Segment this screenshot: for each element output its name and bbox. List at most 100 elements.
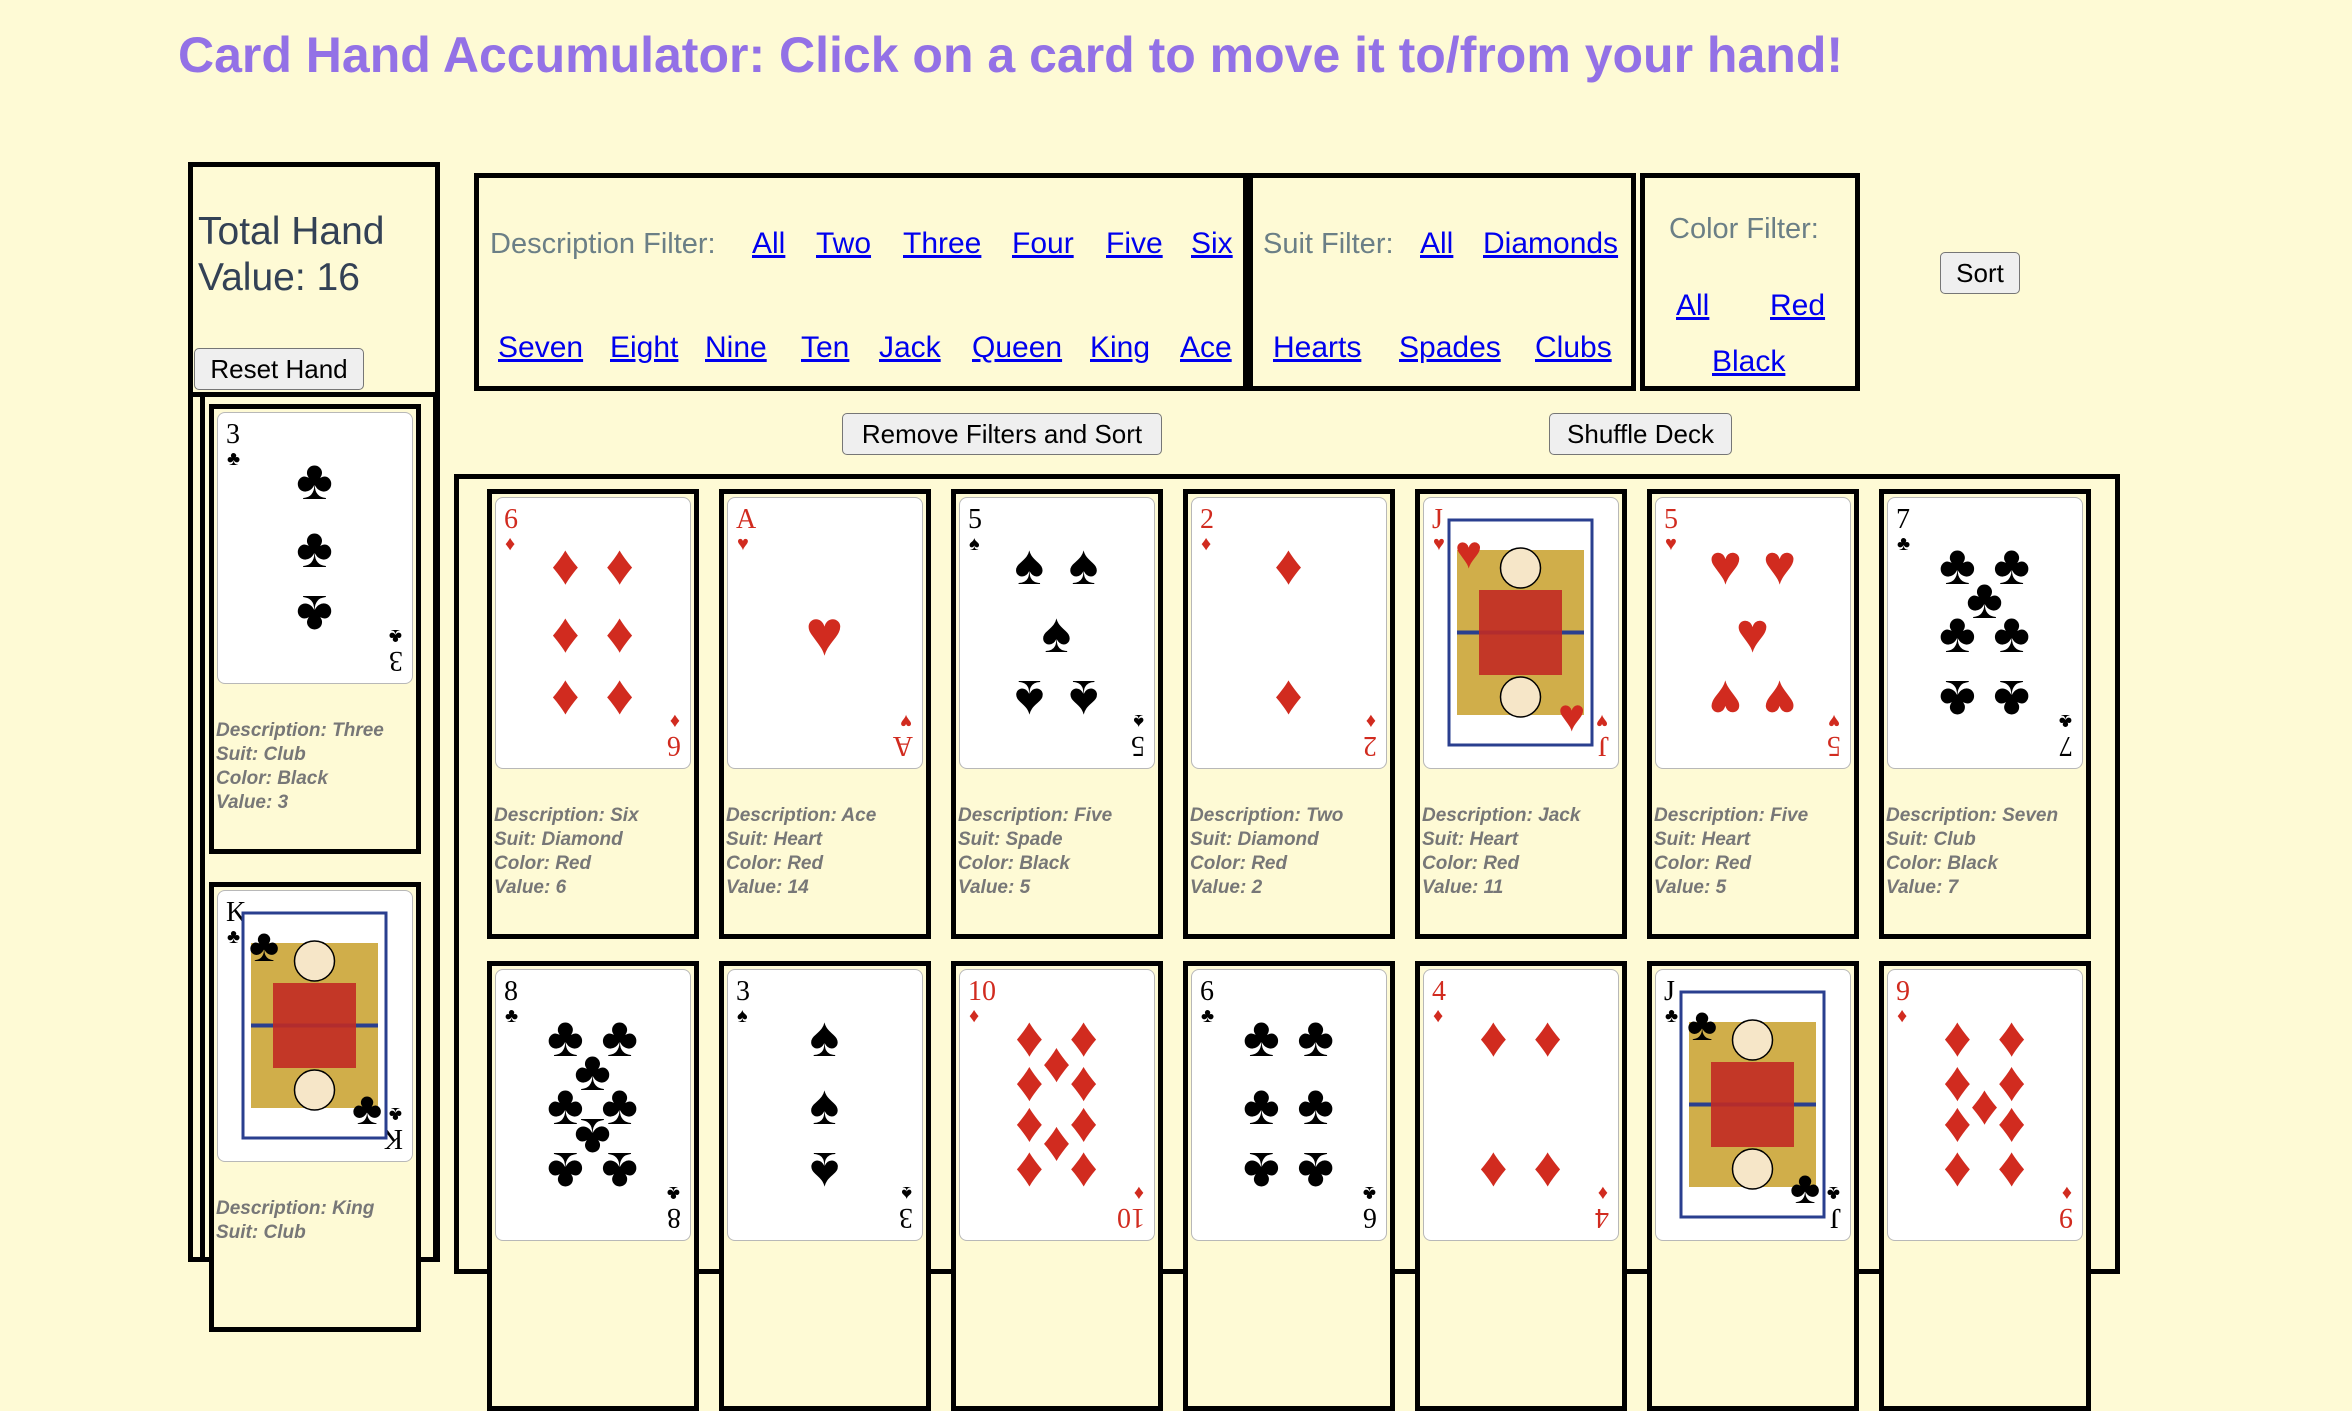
card-tile[interactable]: 5 ♥ 5 ♥ ♥ ♥ ♥ ♥ ♥ Description: Five Suit: Heart Col… xyxy=(1647,489,1859,939)
desc-filter-jack[interactable]: Jack xyxy=(879,331,941,365)
playing-card-image[interactable]: 3 ♣ 3 ♣ ♣ ♣ ♣ xyxy=(217,412,413,684)
card-pip: ♦ xyxy=(1533,1141,1562,1204)
card-suit-index: ♣ xyxy=(389,625,402,647)
desc-filter-six[interactable]: Six xyxy=(1191,227,1233,261)
card-suit-index: ♣ xyxy=(2059,710,2072,732)
playing-card-image[interactable]: 5 ♥ 5 ♥ ♥ ♥ ♥ ♥ ♥ xyxy=(1655,497,1851,769)
card-pip: ♠ xyxy=(1015,533,1045,596)
suit-filter-hearts[interactable]: Hearts xyxy=(1273,331,1361,365)
desc-filter-nine[interactable]: Nine xyxy=(705,331,767,365)
playing-card-image[interactable]: 7 ♣ 7 ♣ ♣ ♣ ♣ ♣ ♣ ♣ ♣ xyxy=(1887,497,2083,769)
card-color-text: Color: Red xyxy=(1422,853,1520,874)
suit-filter-spades[interactable]: Spades xyxy=(1399,331,1501,365)
card-graphic: 10♦10♦♦ ♦♦♦ ♦♦ ♦♦♦ ♦ xyxy=(968,976,1145,1233)
card-tile[interactable]: 6 ♦ 6 ♦ ♦ ♦ ♦ ♦ ♦ ♦ Description: Six Suit: Diamond C… xyxy=(487,489,699,939)
card-pip: ♣ xyxy=(1243,1073,1280,1136)
card-value-text: Value: 14 xyxy=(726,877,809,898)
desc-filter-two[interactable]: Two xyxy=(816,227,871,261)
shuffle-deck-button[interactable]: Shuffle Deck xyxy=(1549,413,1732,455)
card-corner-index-rotated: 8♣ xyxy=(667,1182,681,1233)
card-tile[interactable]: 2 ♦ 2 ♦ ♦ ♦ Description: Two Suit: Diamond Color… xyxy=(1183,489,1395,939)
playing-card-image[interactable]: 5 ♠ 5 ♠ ♠ ♠ ♠ ♠ ♠ xyxy=(959,497,1155,769)
card-tile[interactable]: 9 ♦ 9 ♦ ♦ ♦ ♦ ♦ ♦ ♦ ♦ ♦ ♦ xyxy=(1879,961,2091,1411)
card-rank-label: 5 xyxy=(1827,730,1841,761)
card-description-text: Description: Six xyxy=(494,805,639,826)
playing-card-image[interactable]: J ♣ J ♣ ♣ ♣ xyxy=(1655,969,1851,1241)
card-suit-text: Suit: Diamond xyxy=(1190,829,1319,850)
playing-card-image[interactable]: 6 ♣ 6 ♣ ♣ ♣ ♣ ♣ ♣ ♣ xyxy=(1191,969,1387,1241)
playing-card-image[interactable]: 9 ♦ 9 ♦ ♦ ♦ ♦ ♦ ♦ ♦ ♦ ♦ ♦ xyxy=(1887,969,2083,1241)
playing-card-image[interactable]: K ♣ K ♣ ♣ ♣ xyxy=(217,890,413,1162)
card-pip: ♥ xyxy=(806,597,844,669)
card-rank-label: 9 xyxy=(1896,976,1910,1007)
reset-hand-button[interactable]: Reset Hand xyxy=(194,348,364,390)
card-graphic: 2♦2♦♦♦ xyxy=(1200,504,1377,761)
color-filter-red[interactable]: Red xyxy=(1770,289,1825,323)
card-suit-index: ♦ xyxy=(670,710,680,732)
card-suit-text: Suit: Spade xyxy=(958,829,1063,850)
card-description: Description: Three Suit: Club Color: Black… xyxy=(216,719,420,815)
card-tile[interactable]: K ♣ K ♣ ♣ ♣ Description: King Suit: Club xyxy=(209,882,421,1332)
card-tile[interactable]: 3 ♣ 3 ♣ ♣ ♣ ♣ Description: Three Suit: Club Color… xyxy=(209,404,421,854)
card-value-text: Value: 2 xyxy=(1190,877,1263,898)
card-pip: ♣ xyxy=(1243,1141,1280,1204)
color-filter-black[interactable]: Black xyxy=(1712,345,1785,379)
card-rank-label: 7 xyxy=(2059,730,2073,761)
card-tile[interactable]: J ♥ J ♥ ♥ ♥ Description: Jack Suit: Heart Color:… xyxy=(1415,489,1627,939)
card-rank-label: 6 xyxy=(1200,976,1214,1007)
desc-filter-eight[interactable]: Eight xyxy=(610,331,678,365)
suit-filter-all[interactable]: All xyxy=(1420,227,1453,261)
desc-filter-three[interactable]: Three xyxy=(903,227,981,261)
card-rank-label: 8 xyxy=(667,1202,681,1233)
desc-filter-all[interactable]: All xyxy=(752,227,785,261)
desc-filter-seven[interactable]: Seven xyxy=(498,331,583,365)
card-suit-index: ♣ xyxy=(227,448,240,470)
card-value-text: Value: 3 xyxy=(216,792,289,813)
card-description-text: Description: Ace xyxy=(726,805,877,826)
sort-button[interactable]: Sort xyxy=(1940,252,2020,294)
card-pip: ♦ xyxy=(551,533,580,596)
card-rank-label: 10 xyxy=(968,976,996,1007)
desc-filter-king[interactable]: King xyxy=(1090,331,1150,365)
card-tile[interactable]: 10 ♦ 10 ♦ ♦ ♦ ♦ ♦ ♦ ♦ ♦ ♦ ♦ ♦ xyxy=(951,961,1163,1411)
card-description-text: Description: Five xyxy=(958,805,1113,826)
card-suit-text: Suit: Diamond xyxy=(494,829,623,850)
playing-card-image[interactable]: 10 ♦ 10 ♦ ♦ ♦ ♦ ♦ ♦ ♦ ♦ ♦ ♦ ♦ xyxy=(959,969,1155,1241)
desc-filter-queen[interactable]: Queen xyxy=(972,331,1062,365)
playing-card-image[interactable]: 6 ♦ 6 ♦ ♦ ♦ ♦ ♦ ♦ ♦ xyxy=(495,497,691,769)
card-tile[interactable]: 7 ♣ 7 ♣ ♣ ♣ ♣ ♣ ♣ ♣ ♣ Description: Seven Suit: Club C… xyxy=(1879,489,2091,939)
playing-card-image[interactable]: 8 ♣ 8 ♣ ♣ ♣ ♣ ♣ ♣ ♣ ♣ ♣ xyxy=(495,969,691,1241)
playing-card-image[interactable]: 3 ♠ 3 ♠ ♠ ♠ ♠ xyxy=(727,969,923,1241)
card-rank-label: 3 xyxy=(389,645,403,676)
desc-filter-four[interactable]: Four xyxy=(1012,227,1074,261)
card-pip: ♣ xyxy=(1939,669,1976,732)
remove-filters-button[interactable]: Remove Filters and Sort xyxy=(842,413,1162,455)
card-graphic: 6♣6♣♣ ♣♣ ♣♣ ♣ xyxy=(1200,976,1377,1233)
playing-card-image[interactable]: 2 ♦ 2 ♦ ♦ ♦ xyxy=(1191,497,1387,769)
card-corner-index: 3♣ xyxy=(226,419,240,470)
suit-filter-clubs[interactable]: Clubs xyxy=(1535,331,1612,365)
card-rank-label: A xyxy=(736,504,757,535)
color-filter-all[interactable]: All xyxy=(1676,289,1709,323)
card-suit-text: Suit: Club xyxy=(1886,829,1976,850)
playing-card-image[interactable]: J ♥ J ♥ ♥ ♥ xyxy=(1423,497,1619,769)
card-tile[interactable]: 8 ♣ 8 ♣ ♣ ♣ ♣ ♣ ♣ ♣ ♣ ♣ xyxy=(487,961,699,1411)
face-card-tunic xyxy=(1479,590,1562,675)
card-color-text: Color: Red xyxy=(1190,853,1288,874)
suit-filter-diamonds[interactable]: Diamonds xyxy=(1483,227,1618,261)
card-tile[interactable]: 5 ♠ 5 ♠ ♠ ♠ ♠ ♠ ♠ Description: Five Suit: Spade Col… xyxy=(951,489,1163,939)
card-tile[interactable]: 3 ♠ 3 ♠ ♠ ♠ ♠ xyxy=(719,961,931,1411)
card-pip: ♠ xyxy=(1069,669,1099,732)
card-tile[interactable]: 4 ♦ 4 ♦ ♦ ♦ ♦ ♦ xyxy=(1415,961,1627,1411)
card-corner-index-rotated: 7♣ xyxy=(2059,710,2073,761)
card-tile[interactable]: 6 ♣ 6 ♣ ♣ ♣ ♣ ♣ ♣ ♣ xyxy=(1183,961,1395,1411)
desc-filter-five[interactable]: Five xyxy=(1106,227,1163,261)
card-tile[interactable]: J ♣ J ♣ ♣ ♣ xyxy=(1647,961,1859,1411)
card-tile[interactable]: A ♥ A ♥ ♥ Description: Ace Suit: Heart Color: R… xyxy=(719,489,931,939)
card-rank-label: J xyxy=(1664,976,1675,1007)
playing-card-image[interactable]: 4 ♦ 4 ♦ ♦ ♦ ♦ ♦ xyxy=(1423,969,1619,1241)
desc-filter-ten[interactable]: Ten xyxy=(801,331,849,365)
card-corner-index-rotated: J♥ xyxy=(1596,710,1609,761)
playing-card-image[interactable]: A ♥ A ♥ ♥ xyxy=(727,497,923,769)
desc-filter-ace[interactable]: Ace xyxy=(1180,331,1232,365)
